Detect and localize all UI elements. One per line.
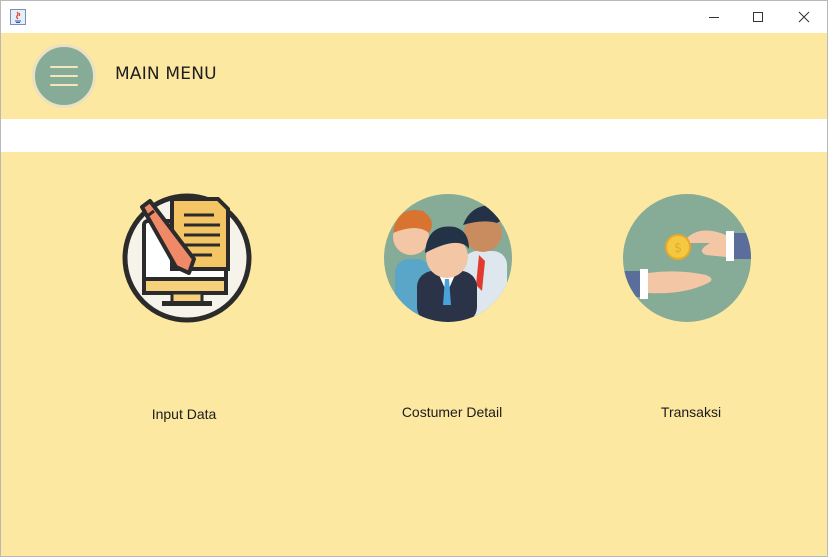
- svg-text:$: $: [674, 241, 682, 256]
- minimize-icon: [708, 11, 720, 23]
- input-data-label: Input Data: [151, 406, 217, 422]
- costumer-detail-label: Costumer Detail: [401, 404, 503, 420]
- coin-hand-icon: $: [622, 193, 752, 323]
- page-title: MAIN MENU: [115, 64, 217, 84]
- hamburger-menu-button[interactable]: [32, 44, 96, 108]
- transaksi-label: Transaksi: [660, 404, 722, 420]
- maximize-icon: [752, 11, 764, 23]
- header-bar: MAIN MENU: [1, 33, 827, 119]
- window-titlebar[interactable]: [1, 1, 827, 33]
- header-divider-strip: [1, 119, 827, 152]
- java-app-icon: [10, 9, 26, 25]
- main-window: MAIN MENU Input Data Costumer Detail $ T…: [0, 0, 828, 557]
- minimize-button[interactable]: [691, 1, 737, 33]
- close-icon: [798, 11, 810, 23]
- document-pencil-icon: [122, 193, 252, 323]
- close-button[interactable]: [781, 1, 827, 33]
- customers-group-icon: [383, 193, 513, 323]
- maximize-button[interactable]: [735, 1, 781, 33]
